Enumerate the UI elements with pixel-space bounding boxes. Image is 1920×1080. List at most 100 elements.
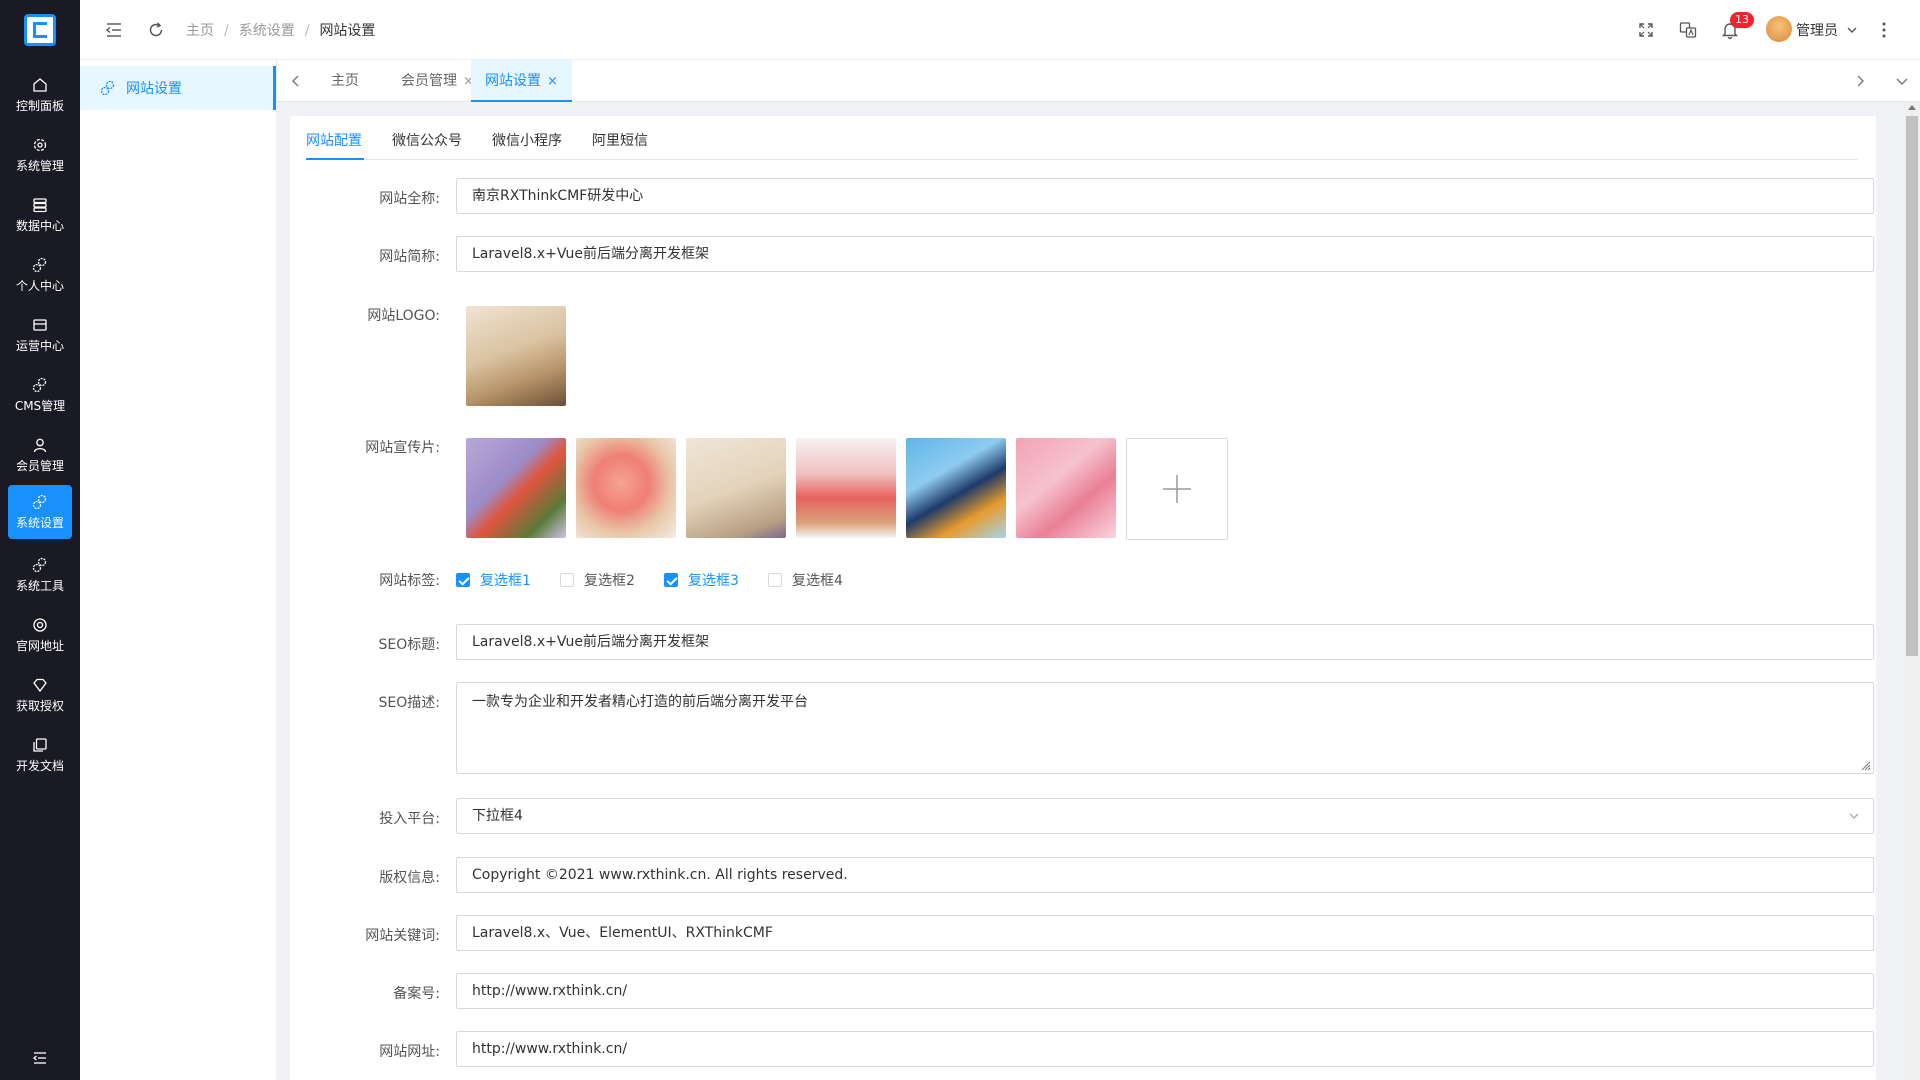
rail-item-operations[interactable]: 运营中心 bbox=[8, 308, 72, 362]
seo-desc-label: SEO描述: bbox=[378, 695, 440, 711]
rail-item-members[interactable]: 会员管理 bbox=[8, 428, 72, 482]
app-logo[interactable] bbox=[24, 14, 56, 46]
logo-image[interactable] bbox=[466, 306, 566, 406]
rail-item-label: CMS管理 bbox=[14, 398, 66, 413]
promo-image[interactable] bbox=[576, 438, 676, 538]
rail-item-label: 会员管理 bbox=[15, 458, 64, 473]
user-menu[interactable]: 管理员 bbox=[1796, 20, 1858, 40]
submenu-item-site-settings[interactable]: 网站设置 bbox=[80, 66, 276, 110]
gear-icon bbox=[33, 138, 47, 151]
fullscreen-icon[interactable] bbox=[1636, 20, 1656, 40]
tab-aliyun-sms[interactable]: 阿里短信 bbox=[592, 130, 648, 150]
avatar[interactable] bbox=[1766, 16, 1792, 42]
home-icon bbox=[33, 77, 47, 92]
rail-item-label: 官网地址 bbox=[15, 638, 64, 653]
promo-image[interactable] bbox=[466, 438, 566, 538]
close-icon[interactable]: × bbox=[547, 74, 558, 89]
rail-item-license[interactable]: 获取授权 bbox=[8, 668, 72, 722]
rail-item-label: 开发文档 bbox=[15, 758, 64, 773]
tags-label: 网站标签: bbox=[379, 573, 440, 589]
keywords-input[interactable]: Laravel8.x、Vue、ElementUI、RXThinkCMF bbox=[456, 915, 1874, 951]
upload-button[interactable] bbox=[1126, 438, 1228, 540]
tab-label: 主页 bbox=[331, 73, 359, 89]
scroll-up-arrow-icon[interactable] bbox=[1908, 105, 1916, 110]
seo-title-label: SEO标题: bbox=[378, 637, 440, 653]
rail-item-label: 控制面板 bbox=[15, 98, 64, 113]
tab-wechat-official[interactable]: 微信公众号 bbox=[392, 130, 462, 150]
breadcrumb-home[interactable]: 主页 bbox=[186, 23, 214, 39]
full-name-label: 网站全称: bbox=[379, 191, 440, 207]
checkbox-label: 复选框2 bbox=[584, 573, 635, 589]
rail-item-system-tools[interactable]: 系统工具 bbox=[8, 548, 72, 602]
rail-item-label: 系统设置 bbox=[15, 515, 64, 530]
logo-label: 网站LOGO: bbox=[367, 308, 440, 324]
scrollbar-thumb[interactable] bbox=[1906, 116, 1918, 656]
rail-item-label: 系统管理 bbox=[15, 158, 64, 173]
tab-site-settings[interactable]: 网站设置 × bbox=[471, 60, 572, 102]
user-name: 管理员 bbox=[1796, 23, 1838, 39]
lifebuoy-icon bbox=[33, 617, 47, 632]
rail-item-website[interactable]: 官网地址 bbox=[8, 608, 72, 662]
tag-checkbox-2[interactable]: 复选框2 bbox=[560, 570, 635, 590]
short-name-input[interactable]: Laravel8.x+Vue前后端分离开发框架 bbox=[456, 236, 1874, 272]
tab-wechat-miniprogram[interactable]: 微信小程序 bbox=[492, 130, 562, 150]
tab-site-config[interactable]: 网站配置 bbox=[306, 130, 362, 150]
gears-icon bbox=[32, 257, 47, 272]
plus-icon bbox=[1163, 475, 1191, 503]
rail-item-label: 运营中心 bbox=[15, 338, 64, 353]
tabs-scroll-left-icon[interactable] bbox=[289, 74, 303, 88]
checkbox-box bbox=[560, 573, 574, 587]
rail-item-personal-center[interactable]: 个人中心 bbox=[8, 248, 72, 302]
tab-label: 会员管理 bbox=[401, 73, 457, 89]
breadcrumb-system-settings[interactable]: 系统设置 bbox=[239, 23, 295, 39]
rail-item-data-center[interactable]: 数据中心 bbox=[8, 188, 72, 242]
translate-icon[interactable] bbox=[1678, 20, 1698, 40]
rail-item-label: 系统工具 bbox=[15, 578, 64, 593]
notification-badge: 13 bbox=[1730, 12, 1754, 28]
tabs-dropdown-icon[interactable] bbox=[1895, 74, 1909, 88]
checkbox-label: 复选框4 bbox=[792, 573, 843, 589]
promo-image[interactable] bbox=[796, 438, 896, 538]
copyright-input[interactable]: Copyright ©2021 www.rxthink.cn. All righ… bbox=[456, 857, 1874, 893]
rail-item-system-settings[interactable]: 系统设置 bbox=[8, 485, 72, 539]
rail-item-cms[interactable]: CMS管理 bbox=[8, 368, 72, 422]
breadcrumb-separator: / bbox=[224, 23, 229, 39]
refresh-icon[interactable] bbox=[146, 20, 166, 40]
seo-title-input[interactable]: Laravel8.x+Vue前后端分离开发框架 bbox=[456, 624, 1874, 660]
icp-input[interactable]: http://www.rxthink.cn/ bbox=[456, 973, 1874, 1009]
checkbox-box bbox=[768, 573, 782, 587]
promo-label: 网站宣传片: bbox=[365, 440, 440, 456]
tag-checkbox-1[interactable]: 复选框1 bbox=[456, 570, 531, 590]
site-url-input[interactable]: http://www.rxthink.cn/ bbox=[456, 1031, 1874, 1067]
tab-home[interactable]: 主页 bbox=[317, 60, 373, 102]
platform-selected-value: 下拉框4 bbox=[472, 808, 523, 824]
rail-item-dashboard[interactable]: 控制面板 bbox=[8, 68, 72, 122]
tab-label: 网站设置 bbox=[485, 73, 541, 89]
full-name-input[interactable]: 南京RXThinkCMF研发中心 bbox=[456, 178, 1874, 214]
checkbox-box bbox=[456, 573, 470, 587]
page-scrollbar[interactable] bbox=[1904, 102, 1920, 1080]
breadcrumb-separator: / bbox=[304, 23, 310, 39]
rail-item-system-manage[interactable]: 系统管理 bbox=[8, 128, 72, 182]
card-icon bbox=[33, 318, 47, 331]
rail-item-label: 数据中心 bbox=[15, 218, 64, 233]
user-icon bbox=[33, 438, 47, 452]
promo-image[interactable] bbox=[686, 438, 786, 538]
top-header: 主页 / 系统设置 / 网站设置 13 管理员 bbox=[80, 0, 1920, 60]
tag-checkbox-4[interactable]: 复选框4 bbox=[768, 570, 843, 590]
seo-desc-textarea[interactable]: 一款专为企业和开发者精心打造的前后端分离开发平台 bbox=[456, 682, 1874, 774]
tabs-scroll-right-icon[interactable] bbox=[1853, 74, 1867, 88]
collapse-menu-icon[interactable] bbox=[32, 1050, 48, 1066]
resize-handle-icon[interactable] bbox=[1859, 759, 1871, 771]
more-vertical-icon[interactable] bbox=[1874, 20, 1894, 40]
secondary-menu: 网站设置 bbox=[80, 60, 276, 1080]
active-tab-indicator bbox=[306, 158, 364, 160]
seo-desc-value: 一款专为企业和开发者精心打造的前后端分离开发平台 bbox=[472, 694, 808, 710]
breadcrumb: 主页 / 系统设置 / 网站设置 bbox=[186, 20, 375, 40]
platform-select[interactable]: 下拉框4 bbox=[456, 798, 1874, 834]
tag-checkbox-3[interactable]: 复选框3 bbox=[664, 570, 739, 590]
menu-fold-icon[interactable] bbox=[104, 20, 124, 40]
rail-item-docs[interactable]: 开发文档 bbox=[8, 728, 72, 782]
promo-image[interactable] bbox=[1016, 438, 1116, 538]
promo-image[interactable] bbox=[906, 438, 1006, 538]
